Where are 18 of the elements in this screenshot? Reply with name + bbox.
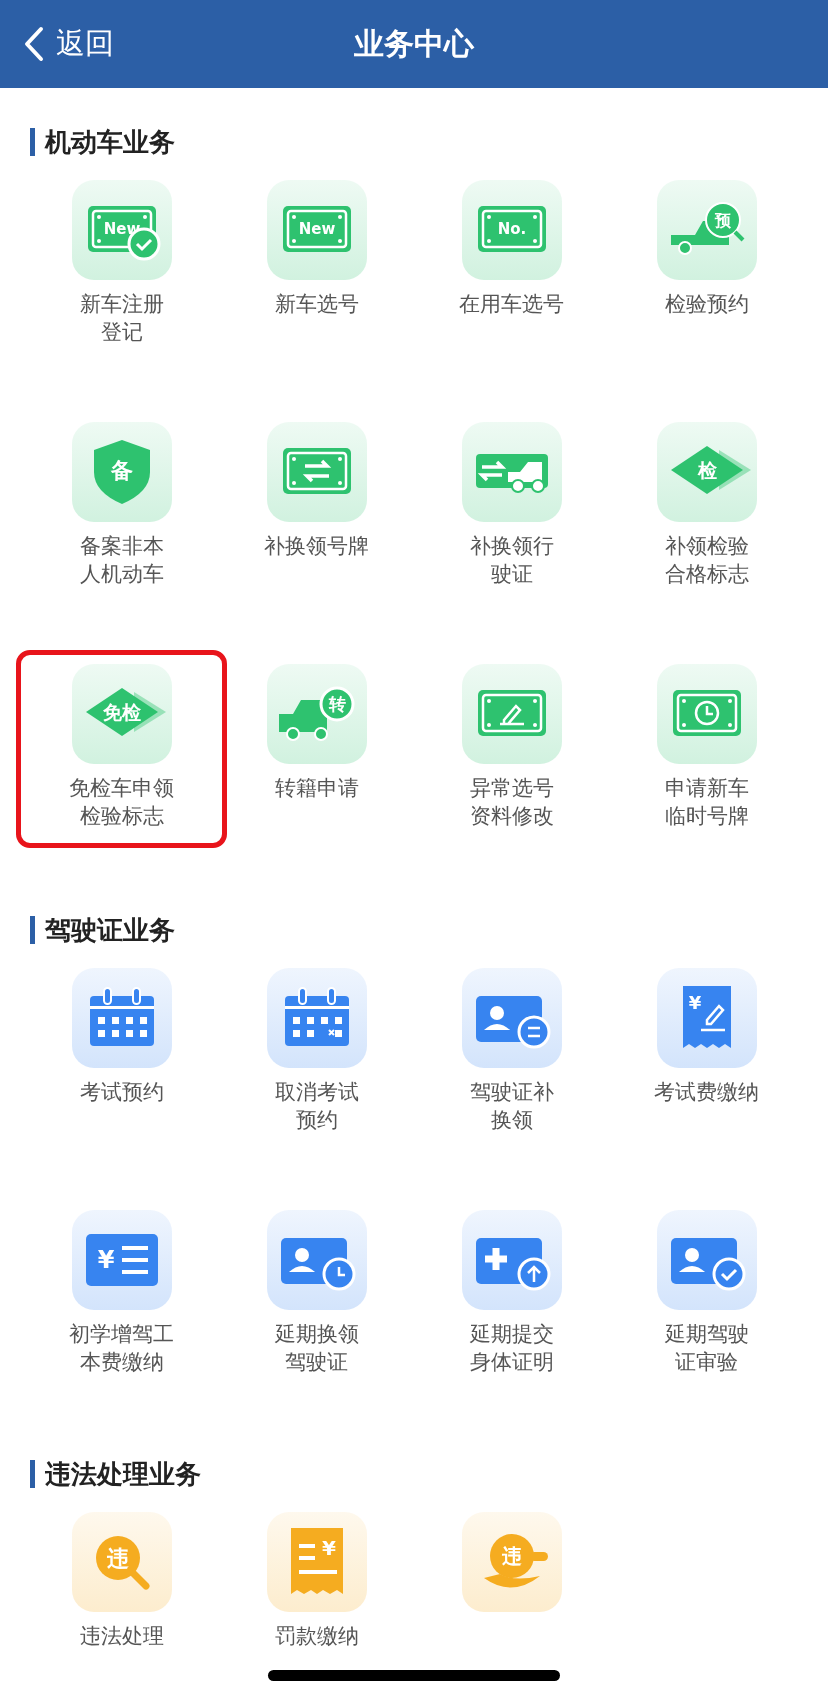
section-title: 机动车业务	[30, 128, 828, 156]
back-icon	[24, 26, 44, 62]
receipt-icon: ¥	[266, 1512, 367, 1612]
search-icon: 违	[71, 1512, 172, 1612]
page-title: 业务中心	[354, 26, 474, 61]
section-title: 驾驶证业务	[30, 916, 828, 944]
shield-icon: 备	[71, 422, 172, 522]
back-button[interactable]: 返回	[0, 0, 114, 88]
service-button[interactable]: 免检 免检车申领 检验标志	[16, 650, 227, 848]
truck-icon: 预	[656, 180, 757, 280]
section-title: 违法处理业务	[30, 1460, 828, 1488]
license-plate-icon: New	[266, 180, 367, 280]
license-plate-icon: No.	[461, 180, 562, 280]
yen-card-icon: ¥	[71, 1210, 172, 1310]
service-button[interactable]: 违 违法处理	[16, 1498, 227, 1683]
hand-coin-icon: 违	[461, 1512, 562, 1612]
truck-icon: 转	[266, 664, 367, 764]
receipt-icon: ¥	[656, 968, 757, 1068]
